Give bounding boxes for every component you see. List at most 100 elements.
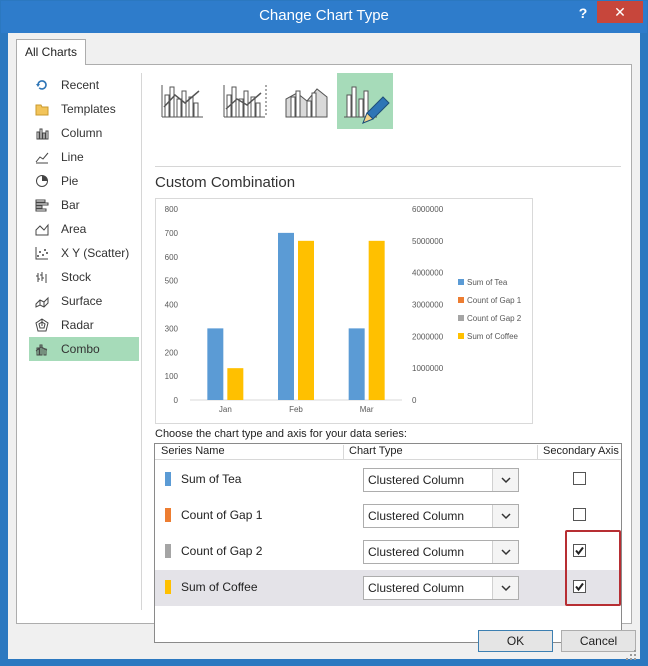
stock-chart-icon: [35, 270, 49, 284]
sidebar-item-templates[interactable]: Templates: [29, 97, 139, 121]
sidebar-item-bar[interactable]: Bar: [29, 193, 139, 217]
dialog-body: All Charts Recent Templates Column Line Pie B…: [8, 33, 640, 659]
bar-sum-of-coffee: [368, 240, 385, 400]
sidebar-item-line[interactable]: Line: [29, 145, 139, 169]
close-button[interactable]: ✕: [597, 1, 643, 23]
dialog-title: Change Chart Type: [259, 7, 389, 24]
y-secondary-tick-label: 4000000: [412, 269, 444, 278]
chart-type-value: Clustered Column: [368, 545, 465, 559]
y-primary-tick-label: 800: [165, 205, 179, 214]
y-primary-tick-label: 200: [165, 348, 179, 357]
bar-sum-of-tea: [207, 328, 224, 400]
sidebar-item-label: Templates: [61, 102, 116, 116]
chart-type-dropdown[interactable]: Clustered Column: [363, 504, 519, 528]
chevron-down-icon[interactable]: [492, 577, 518, 599]
column-chart-icon: [35, 126, 49, 140]
chart-type-list: Recent Templates Column Line Pie Bar Area X Y (…: [29, 73, 139, 361]
chart-type-value: Clustered Column: [368, 509, 465, 523]
ok-button[interactable]: OK: [478, 630, 553, 652]
stacked-area-clustered-column-icon[interactable]: [279, 73, 335, 129]
line-chart-icon: [35, 150, 49, 164]
series-color-swatch: [165, 508, 171, 522]
legend-swatch: [458, 297, 464, 303]
sidebar-item-x-y-scatter[interactable]: X Y (Scatter): [29, 241, 139, 265]
recent-icon: [35, 78, 49, 92]
horizontal-divider: [155, 166, 621, 167]
chart-type-dropdown[interactable]: Clustered Column: [363, 576, 519, 600]
series-color-swatch: [165, 472, 171, 486]
bar-sum-of-coffee: [298, 240, 314, 400]
header-series-name: Series Name: [161, 445, 225, 457]
sidebar-item-label: Surface: [61, 294, 103, 308]
sidebar-item-label: Line: [61, 150, 84, 164]
sidebar-item-label: Column: [61, 126, 103, 140]
y-primary-tick-label: 400: [165, 301, 179, 310]
legend-swatch: [458, 333, 464, 339]
chevron-down-icon[interactable]: [492, 541, 518, 563]
y-primary-tick-label: 100: [165, 372, 179, 381]
legend-swatch: [458, 315, 464, 321]
tab-all-charts[interactable]: All Charts: [16, 39, 87, 65]
series-row[interactable]: Sum of Tea Clustered Column: [155, 462, 621, 498]
help-button[interactable]: ?: [575, 5, 591, 21]
title-bar: Change Chart Type ? ✕: [1, 1, 647, 33]
series-row[interactable]: Count of Gap 2 Clustered Column: [155, 534, 621, 570]
pie-chart-icon: [35, 174, 49, 188]
sidebar-item-recent[interactable]: Recent: [29, 73, 139, 97]
sidebar-item-label: Stock: [61, 270, 92, 284]
chart-type-dropdown[interactable]: Clustered Column: [363, 540, 519, 564]
chart-preview: 0 100 200 300 400 500 600 700 800 0 1000000 2000000…: [155, 198, 533, 424]
sidebar-item-surface[interactable]: Surface: [29, 289, 139, 313]
sidebar-item-radar[interactable]: Radar: [29, 313, 139, 337]
series-table: Series Name Chart Type Secondary Axis Su…: [154, 443, 622, 643]
series-name: Sum of Coffee: [181, 580, 258, 594]
sidebar-item-pie[interactable]: Pie: [29, 169, 139, 193]
legend-entry: Sum of Coffee: [467, 332, 519, 341]
combo-chart-icon: [35, 342, 49, 356]
legend-entry: Sum of Tea: [467, 278, 508, 287]
sidebar-item-column[interactable]: Column: [29, 121, 139, 145]
sidebar-item-combo[interactable]: Combo: [29, 337, 139, 361]
chevron-down-icon[interactable]: [492, 505, 518, 527]
change-chart-type-dialog: Change Chart Type ? ✕ All Charts Recent T…: [0, 0, 648, 666]
custom-combination-icon[interactable]: [337, 73, 393, 129]
secondary-axis-highlight: [565, 530, 621, 606]
scatter-chart-icon: [35, 246, 49, 260]
y-primary-tick-label: 600: [165, 253, 179, 262]
bar-sum-of-tea: [278, 232, 294, 400]
resize-grip-icon[interactable]: [625, 649, 637, 661]
chart-type-dropdown[interactable]: Clustered Column: [363, 468, 519, 492]
column-separator: [343, 445, 344, 459]
sidebar-item-label: Recent: [61, 78, 100, 92]
legend-entry: Count of Gap 1: [467, 296, 522, 305]
tab-panel: Recent Templates Column Line Pie Bar Area X Y (…: [16, 64, 632, 643]
bar-sum-of-tea: [348, 328, 365, 400]
y-secondary-tick-label: 3000000: [412, 301, 444, 310]
sidebar-item-label: Bar: [61, 198, 80, 212]
y-primary-tick-label: 500: [165, 277, 179, 286]
bar-sum-of-coffee: [227, 368, 244, 400]
y-secondary-tick-label: 1000000: [412, 364, 444, 373]
y-primary-tick-label: 0: [174, 396, 179, 405]
chevron-down-icon[interactable]: [492, 469, 518, 491]
chart-svg: 0 100 200 300 400 500 600 700 800 0 1000000 2000000…: [165, 205, 522, 414]
y-secondary-tick-label: 0: [412, 396, 417, 405]
area-chart-icon: [35, 222, 49, 236]
series-name: Count of Gap 1: [181, 508, 263, 522]
x-tick-label: Jan: [219, 405, 232, 414]
sidebar-item-area[interactable]: Area: [29, 217, 139, 241]
series-color-swatch: [165, 580, 171, 594]
y-secondary-tick-label: 2000000: [412, 332, 444, 341]
secondary-axis-checkbox[interactable]: [573, 472, 586, 485]
y-primary-tick-label: 300: [165, 324, 179, 333]
sidebar-item-label: X Y (Scatter): [61, 246, 130, 260]
series-row[interactable]: Sum of Coffee Clustered Column: [155, 570, 621, 606]
choose-series-label: Choose the chart type and axis for your …: [155, 428, 407, 440]
header-secondary-axis: Secondary Axis: [543, 445, 619, 457]
surface-chart-icon: [35, 294, 49, 308]
clustered-column-line-icon[interactable]: [155, 73, 211, 129]
clustered-column-line-secondary-icon[interactable]: [217, 73, 273, 129]
secondary-axis-checkbox[interactable]: [573, 508, 586, 521]
series-row[interactable]: Count of Gap 1 Clustered Column: [155, 498, 621, 534]
sidebar-item-stock[interactable]: Stock: [29, 265, 139, 289]
